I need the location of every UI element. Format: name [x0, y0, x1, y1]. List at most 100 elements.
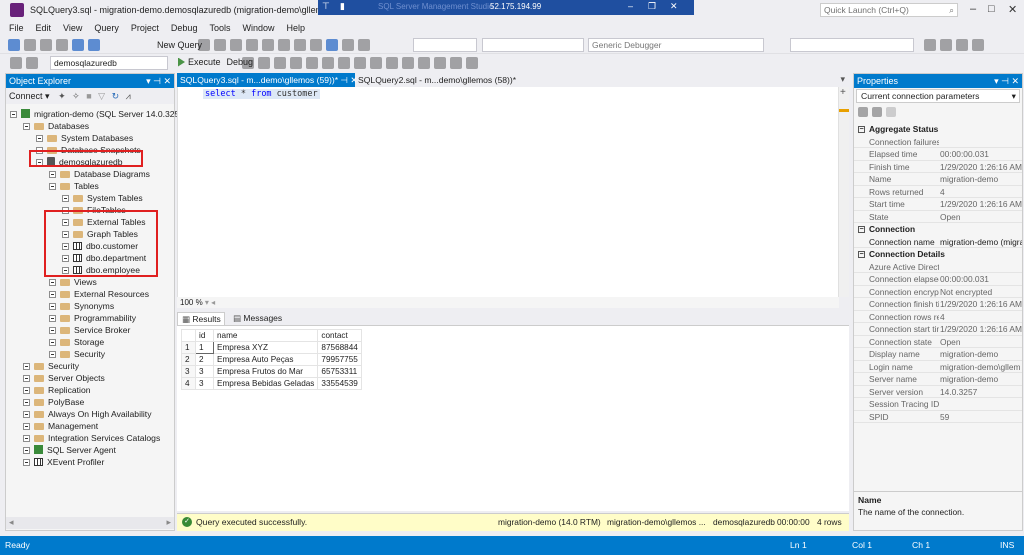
results-to-text-icon[interactable]	[354, 57, 366, 69]
property-row[interactable]: Connection start time1/29/2020 1:26:16 A…	[854, 323, 1022, 336]
tree-node-replication[interactable]: Replication	[23, 384, 91, 396]
menu-window[interactable]: Window	[242, 23, 274, 33]
new-project-icon[interactable]	[40, 39, 52, 51]
tree-node-system-tables[interactable]: System Tables	[62, 192, 143, 204]
menu-project[interactable]: Project	[131, 23, 159, 33]
property-row[interactable]: Start time 1/29/2020 1:26:16 AM	[854, 198, 1022, 211]
property-pages-icon[interactable]	[886, 107, 896, 117]
tab-messages[interactable]: ▤ Messages	[229, 312, 285, 325]
expand-toggle-icon[interactable]	[49, 291, 56, 298]
column-header-contact[interactable]: contact	[317, 329, 362, 342]
expand-toggle-icon[interactable]	[23, 459, 30, 466]
properties-icon[interactable]	[924, 39, 936, 51]
collapse-toggle-icon[interactable]	[49, 183, 56, 190]
column-header-id[interactable]: id	[195, 329, 214, 342]
close-icon[interactable]: ✕	[1008, 3, 1017, 16]
tab-overflow-icon[interactable]: ▾	[840, 74, 845, 85]
query-designer-icon[interactable]	[290, 57, 302, 69]
object-explorer-hscrollbar[interactable]: ◂ ▸	[6, 517, 174, 529]
scroll-left-icon[interactable]: ◂	[9, 517, 14, 528]
tab-sqlquery2[interactable]: SQLQuery2.sql - m...demo\gllemos (58))*	[355, 73, 516, 87]
collapse-icon[interactable]: −	[858, 126, 865, 133]
column-header-name[interactable]: name	[212, 329, 319, 342]
tree-node-system-databases[interactable]: System Databases	[36, 132, 133, 144]
undo-icon[interactable]	[326, 39, 338, 51]
property-row[interactable]: Name migration-demo	[854, 173, 1022, 186]
expand-toggle-icon[interactable]	[49, 327, 56, 334]
generic-debugger-dropdown[interactable]: Generic Debugger	[588, 38, 764, 52]
tab-sqlquery3[interactable]: SQLQuery3.sql - m...demo\gllemos (59))* …	[177, 73, 358, 87]
tree-node-polybase[interactable]: PolyBase	[23, 396, 84, 408]
query-editor[interactable]: select * from customer	[177, 87, 849, 297]
quick-launch-input[interactable]: Quick Launch (Ctrl+Q) ⌕	[820, 3, 958, 17]
property-category-connection[interactable]: − Connection	[854, 223, 1022, 236]
expand-toggle-icon[interactable]	[49, 339, 56, 346]
toolbar-combo-c[interactable]	[790, 38, 914, 52]
paste-icon[interactable]	[310, 39, 322, 51]
expand-toggle-icon[interactable]	[36, 135, 43, 142]
tree-node-views[interactable]: Views	[49, 276, 97, 288]
expand-toggle-icon[interactable]	[62, 195, 69, 202]
collapse-icon[interactable]: −	[858, 226, 865, 233]
property-row[interactable]: State Open	[854, 211, 1022, 223]
tree-node-databases[interactable]: Databases	[23, 120, 89, 132]
live-stats-icon[interactable]	[322, 57, 334, 69]
tree-node-database-diagrams[interactable]: Database Diagrams	[49, 168, 150, 180]
categorized-icon[interactable]	[858, 107, 868, 117]
menu-file[interactable]: File	[9, 23, 24, 33]
toolbar-combo-a[interactable]	[413, 38, 477, 52]
results-to-file-icon[interactable]	[386, 57, 398, 69]
more-tools-icon[interactable]	[972, 39, 984, 51]
expand-toggle-icon[interactable]	[23, 423, 30, 430]
menu-edit[interactable]: Edit	[36, 23, 52, 33]
expand-toggle-icon[interactable]	[49, 351, 56, 358]
property-row[interactable]: Connection rows returned4	[854, 311, 1022, 323]
properties-object-selector[interactable]: Current connection parameters ▾	[856, 89, 1020, 103]
property-row[interactable]: Connection encryptionNot encrypted	[854, 286, 1022, 298]
property-row[interactable]: Azure Active Directory	[854, 261, 1022, 273]
pin-icon[interactable]: ⊤	[322, 1, 330, 12]
expand-toggle-icon[interactable]	[23, 447, 30, 454]
property-row[interactable]: Connection name migration-demo (migra	[854, 236, 1022, 248]
property-row[interactable]: Connection elapsed time00:00:00.031	[854, 273, 1022, 286]
expand-toggle-icon[interactable]	[23, 387, 30, 394]
property-category-aggregate-status[interactable]: − Aggregate Status	[854, 123, 1022, 136]
property-row[interactable]: Server name migration-demo	[854, 373, 1022, 386]
toolbox-icon[interactable]	[940, 39, 952, 51]
back-icon[interactable]	[8, 39, 20, 51]
comment-icon[interactable]	[402, 57, 414, 69]
table-row[interactable]: 1 1 Empresa XYZ 87568844	[181, 341, 362, 354]
property-row[interactable]: Rows returned 4	[854, 186, 1022, 198]
property-row[interactable]: Connection state Open	[854, 336, 1022, 348]
property-row[interactable]: Login name migration-demo\gllem	[854, 361, 1022, 373]
toolbar-combo-b[interactable]	[482, 38, 584, 52]
search-icon[interactable]: ⌕	[949, 4, 954, 16]
property-row[interactable]: Connection failures	[854, 136, 1022, 148]
results-grid[interactable]: id name contact 1 1 Empresa XYZ 87568844…	[181, 329, 362, 390]
expand-toggle-icon[interactable]	[49, 279, 56, 286]
expand-toggle-icon[interactable]	[23, 375, 30, 382]
menu-debug[interactable]: Debug	[171, 23, 198, 33]
decrease-indent-icon[interactable]	[434, 57, 446, 69]
alphabetical-icon[interactable]	[872, 107, 882, 117]
tree-node-integration-services[interactable]: Integration Services Catalogs	[23, 432, 160, 444]
tab-results[interactable]: ▦ Results	[177, 312, 225, 325]
property-row[interactable]: Session Tracing ID	[854, 398, 1022, 411]
open-file-icon[interactable]	[56, 39, 68, 51]
specify-values-icon[interactable]	[466, 57, 478, 69]
minimize-icon[interactable]: –	[970, 3, 976, 15]
tree-node-service-broker[interactable]: Service Broker	[49, 324, 130, 336]
connect-dropdown[interactable]: Connect ▾	[9, 91, 50, 101]
remote-minimize-icon[interactable]: –	[628, 1, 633, 11]
table-row[interactable]: 3 3 Empresa Frutos do Mar 65753311	[181, 365, 362, 378]
menu-view[interactable]: View	[63, 23, 82, 33]
change-connection-icon[interactable]	[26, 57, 38, 69]
expand-toggle-icon[interactable]	[49, 171, 56, 178]
tree-node-synonyms[interactable]: Synonyms	[49, 300, 114, 312]
new-query-button[interactable]: New Query	[157, 40, 202, 50]
parse-check-icon[interactable]	[258, 57, 270, 69]
menu-tools[interactable]: Tools	[209, 23, 230, 33]
property-row[interactable]: Display name migration-demo	[854, 348, 1022, 361]
table-row[interactable]: 2 2 Empresa Auto Peças 79957755	[181, 353, 362, 366]
activity-icon[interactable]: ⩘	[126, 91, 131, 101]
